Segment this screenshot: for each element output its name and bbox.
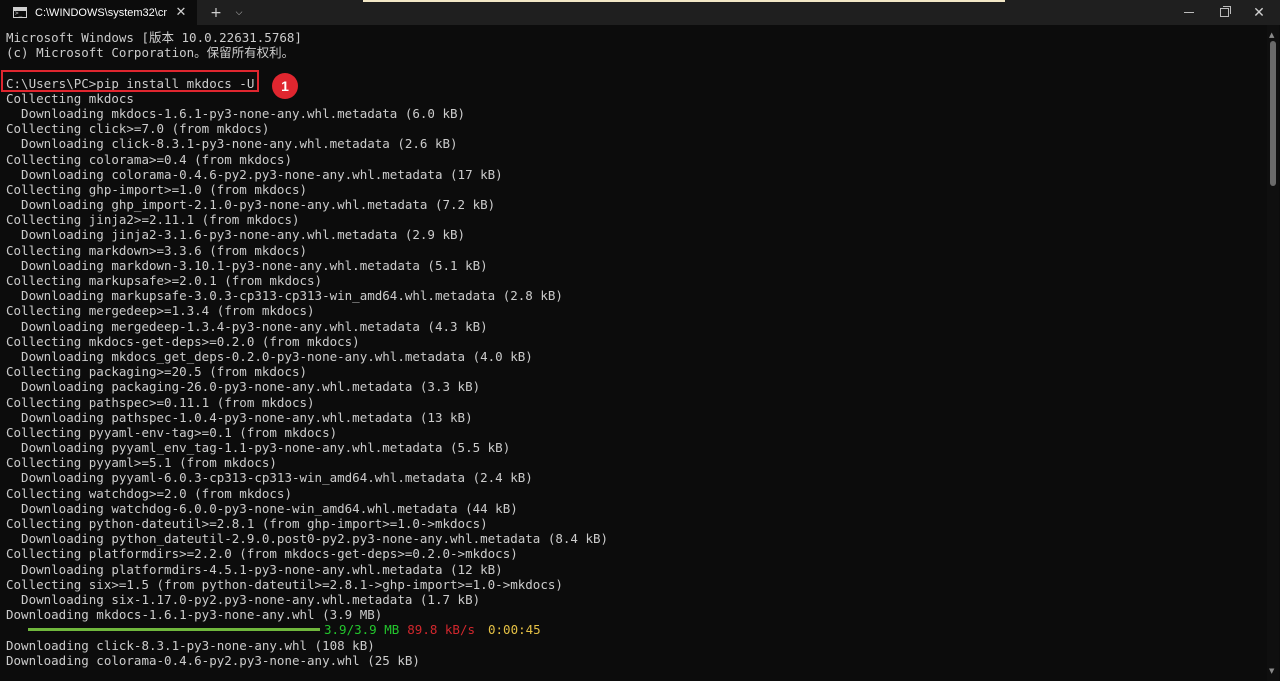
restore-button[interactable] <box>1209 0 1239 25</box>
terminal-line: Collecting jinja2>=2.11.1 (from mkdocs) <box>6 212 300 228</box>
terminal-line: Collecting colorama>=0.4 (from mkdocs) <box>6 151 292 167</box>
terminal-line: Downloading pathspec-1.0.4-py3-none-any.… <box>6 409 473 425</box>
terminal-line: Downloading colorama-0.4.6-py2.py3-none-… <box>6 166 503 182</box>
terminal-line: Downloading python_dateutil-2.9.0.post0-… <box>6 531 609 547</box>
terminal-line: Collecting packaging>=20.5 (from mkdocs) <box>6 364 308 380</box>
terminal-line: Downloading pyyaml-6.0.3-cp313-cp313-win… <box>6 470 533 486</box>
title-accent-strip <box>363 0 1005 2</box>
terminal-line: Collecting pyyaml>=5.1 (from mkdocs) <box>6 455 277 471</box>
terminal-line: Downloading mkdocs-1.6.1-py3-none-any.wh… <box>6 607 383 623</box>
terminal-line: Downloading click-8.3.1-py3-none-any.whl… <box>6 637 375 653</box>
title-bar: C:\WINDOWS\system32\cmd. ✕ + ⌵ ✕ <box>0 0 1280 25</box>
terminal-line: Downloading six-1.17.0-py2.py3-none-any.… <box>6 591 481 607</box>
terminal-line: Collecting pathspec>=0.11.1 (from mkdocs… <box>6 394 315 410</box>
command-highlight-box <box>1 70 259 92</box>
close-window-button[interactable]: ✕ <box>1244 0 1274 25</box>
output-lines: Microsoft Windows [版本 10.0.22631.5768] (c… <box>6 30 1264 622</box>
cmd-icon <box>13 7 27 18</box>
terminal-line: Downloading mergedeep-1.3.4-py3-none-any… <box>6 318 488 334</box>
terminal-line: Downloading mkdocs_get_deps-0.2.0-py3-no… <box>6 348 533 364</box>
scroll-up-icon[interactable]: ▲ <box>1269 31 1274 39</box>
terminal-line: Downloading click-8.3.1-py3-none-any.whl… <box>6 136 458 152</box>
minimize-button[interactable] <box>1174 0 1204 25</box>
terminal-line: Collecting pyyaml-env-tag>=0.1 (from mkd… <box>6 424 338 440</box>
tab-close-icon[interactable]: ✕ <box>173 5 189 20</box>
scrollbar-thumb[interactable] <box>1270 41 1276 186</box>
terminal-line: (c) Microsoft Corporation。保留所有权利。 <box>6 45 295 61</box>
terminal-line: Downloading jinja2-3.1.6-py3-none-any.wh… <box>6 227 466 243</box>
progress-eta: 0:00:45 <box>488 622 541 638</box>
step-badge: 1 <box>272 73 298 99</box>
terminal-line: Downloading platformdirs-4.5.1-py3-none-… <box>6 561 503 577</box>
terminal-line: Collecting mkdocs <box>6 90 134 106</box>
terminal-line: Collecting mkdocs-get-deps>=0.2.0 (from … <box>6 333 360 349</box>
terminal-line: Downloading pyyaml_env_tag-1.1-py3-none-… <box>6 440 511 456</box>
progress-bar <box>28 628 320 632</box>
terminal-output[interactable]: Microsoft Windows [版本 10.0.22631.5768] (c… <box>6 30 1264 668</box>
terminal-line: Collecting ghp-import>=1.0 (from mkdocs) <box>6 181 308 197</box>
terminal-line: Collecting markupsafe>=2.0.1 (from mkdoc… <box>6 273 323 288</box>
scroll-down-icon[interactable]: ▼ <box>1269 667 1274 675</box>
terminal-line: Downloading ghp_import-2.1.0-py3-none-an… <box>6 197 496 213</box>
tab-title: C:\WINDOWS\system32\cmd. <box>35 6 167 19</box>
minimize-icon <box>1184 12 1194 13</box>
terminal-line: Downloading markdown-3.10.1-py3-none-any… <box>6 257 488 273</box>
terminal-line: Downloading packaging-26.0-py3-none-any.… <box>6 379 481 395</box>
terminal-line: Downloading markupsafe-3.0.3-cp313-cp313… <box>6 288 563 304</box>
terminal-line: Collecting watchdog>=2.0 (from mkdocs) <box>6 485 292 501</box>
progress-done: 3.9/3.9 MB <box>324 622 400 638</box>
terminal-line: Microsoft Windows [版本 10.0.22631.5768] <box>6 30 302 45</box>
terminal-tab[interactable]: C:\WINDOWS\system32\cmd. ✕ <box>0 0 197 25</box>
output-lines-after: Downloading click-8.3.1-py3-none-any.whl… <box>6 638 1264 668</box>
terminal-line: Collecting click>=7.0 (from mkdocs) <box>6 121 270 137</box>
terminal-line: Collecting python-dateutil>=2.8.1 (from … <box>6 516 488 531</box>
scrollbar[interactable]: ▲ ▼ <box>1267 25 1279 681</box>
new-tab-button[interactable]: + <box>205 0 227 25</box>
restore-icon <box>1219 6 1231 17</box>
terminal-line: Downloading colorama-0.4.6-py2.py3-none-… <box>6 652 420 668</box>
terminal-line: Collecting mergedeep>=1.3.4 (from mkdocs… <box>6 303 315 319</box>
progress-line: 3.9/3.9 MB 89.8 kB/s 0:00:45 <box>6 622 1264 637</box>
terminal-line: Collecting six>=1.5 (from python-dateuti… <box>6 576 563 592</box>
terminal-line: Downloading mkdocs-1.6.1-py3-none-any.wh… <box>6 105 466 121</box>
terminal-line: Collecting platformdirs>=2.2.0 (from mkd… <box>6 546 518 562</box>
terminal-line: Collecting markdown>=3.3.6 (from mkdocs) <box>6 242 308 258</box>
progress-speed: 89.8 kB/s <box>407 622 475 638</box>
terminal-line: Downloading watchdog-6.0.0-py3-none-win_… <box>6 500 518 516</box>
tab-dropdown-button[interactable]: ⌵ <box>229 0 249 25</box>
